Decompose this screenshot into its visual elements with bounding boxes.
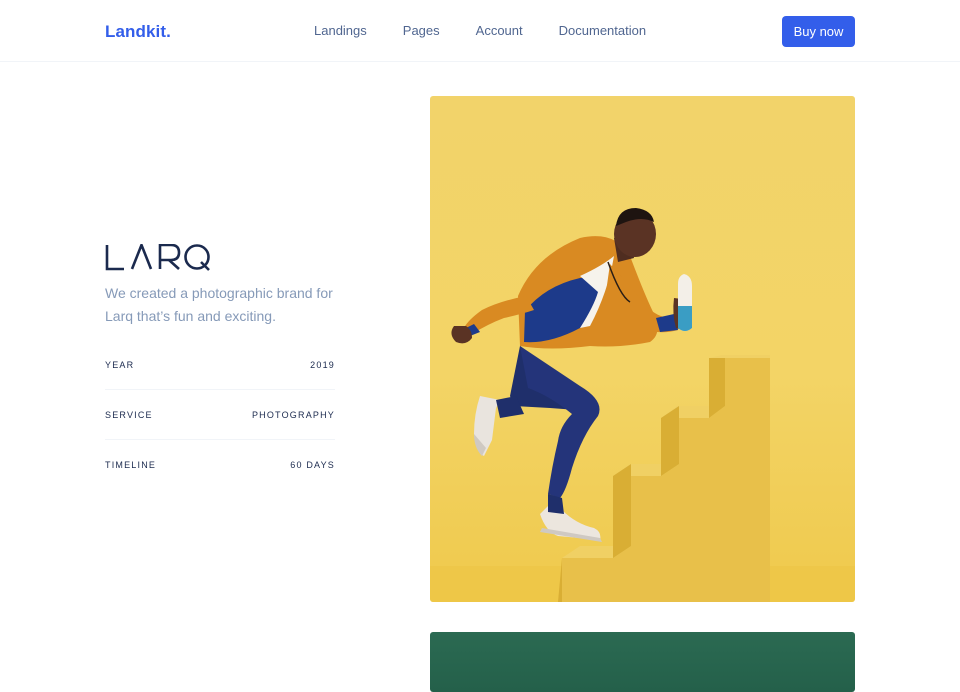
detail-row-service: Service Photography (105, 390, 335, 440)
nav-links: Landings Pages Account Documentation (314, 23, 682, 38)
detail-value: 60 Days (290, 460, 335, 470)
nav-link-documentation[interactable]: Documentation (559, 23, 646, 38)
larq-logo (105, 244, 215, 272)
project-details: Year 2019 Service Photography Timeline 6… (105, 340, 335, 490)
project-description: We created a photographic brand for Larq… (105, 285, 333, 324)
runner-illustration (430, 208, 855, 602)
detail-label: Timeline (105, 460, 157, 470)
detail-row-timeline: Timeline 60 Days (105, 440, 335, 490)
detail-label: Year (105, 359, 135, 370)
hero-photo (430, 96, 855, 602)
detail-value: 2019 (310, 359, 335, 370)
detail-value: Photography (251, 409, 335, 420)
buy-now-button[interactable]: Buy now (782, 16, 855, 47)
secondary-photo (430, 632, 855, 692)
brand-logo[interactable]: Landkit. (105, 22, 171, 42)
navbar: Landkit. Landings Pages Account Document… (0, 0, 960, 62)
nav-link-pages[interactable]: Pages (403, 23, 440, 38)
detail-label: Service (105, 409, 153, 420)
nav-link-account[interactable]: Account (476, 23, 523, 38)
nav-link-landings[interactable]: Landings (314, 23, 367, 38)
detail-row-year: Year 2019 (105, 340, 335, 390)
larq-logo-mark (105, 244, 210, 271)
